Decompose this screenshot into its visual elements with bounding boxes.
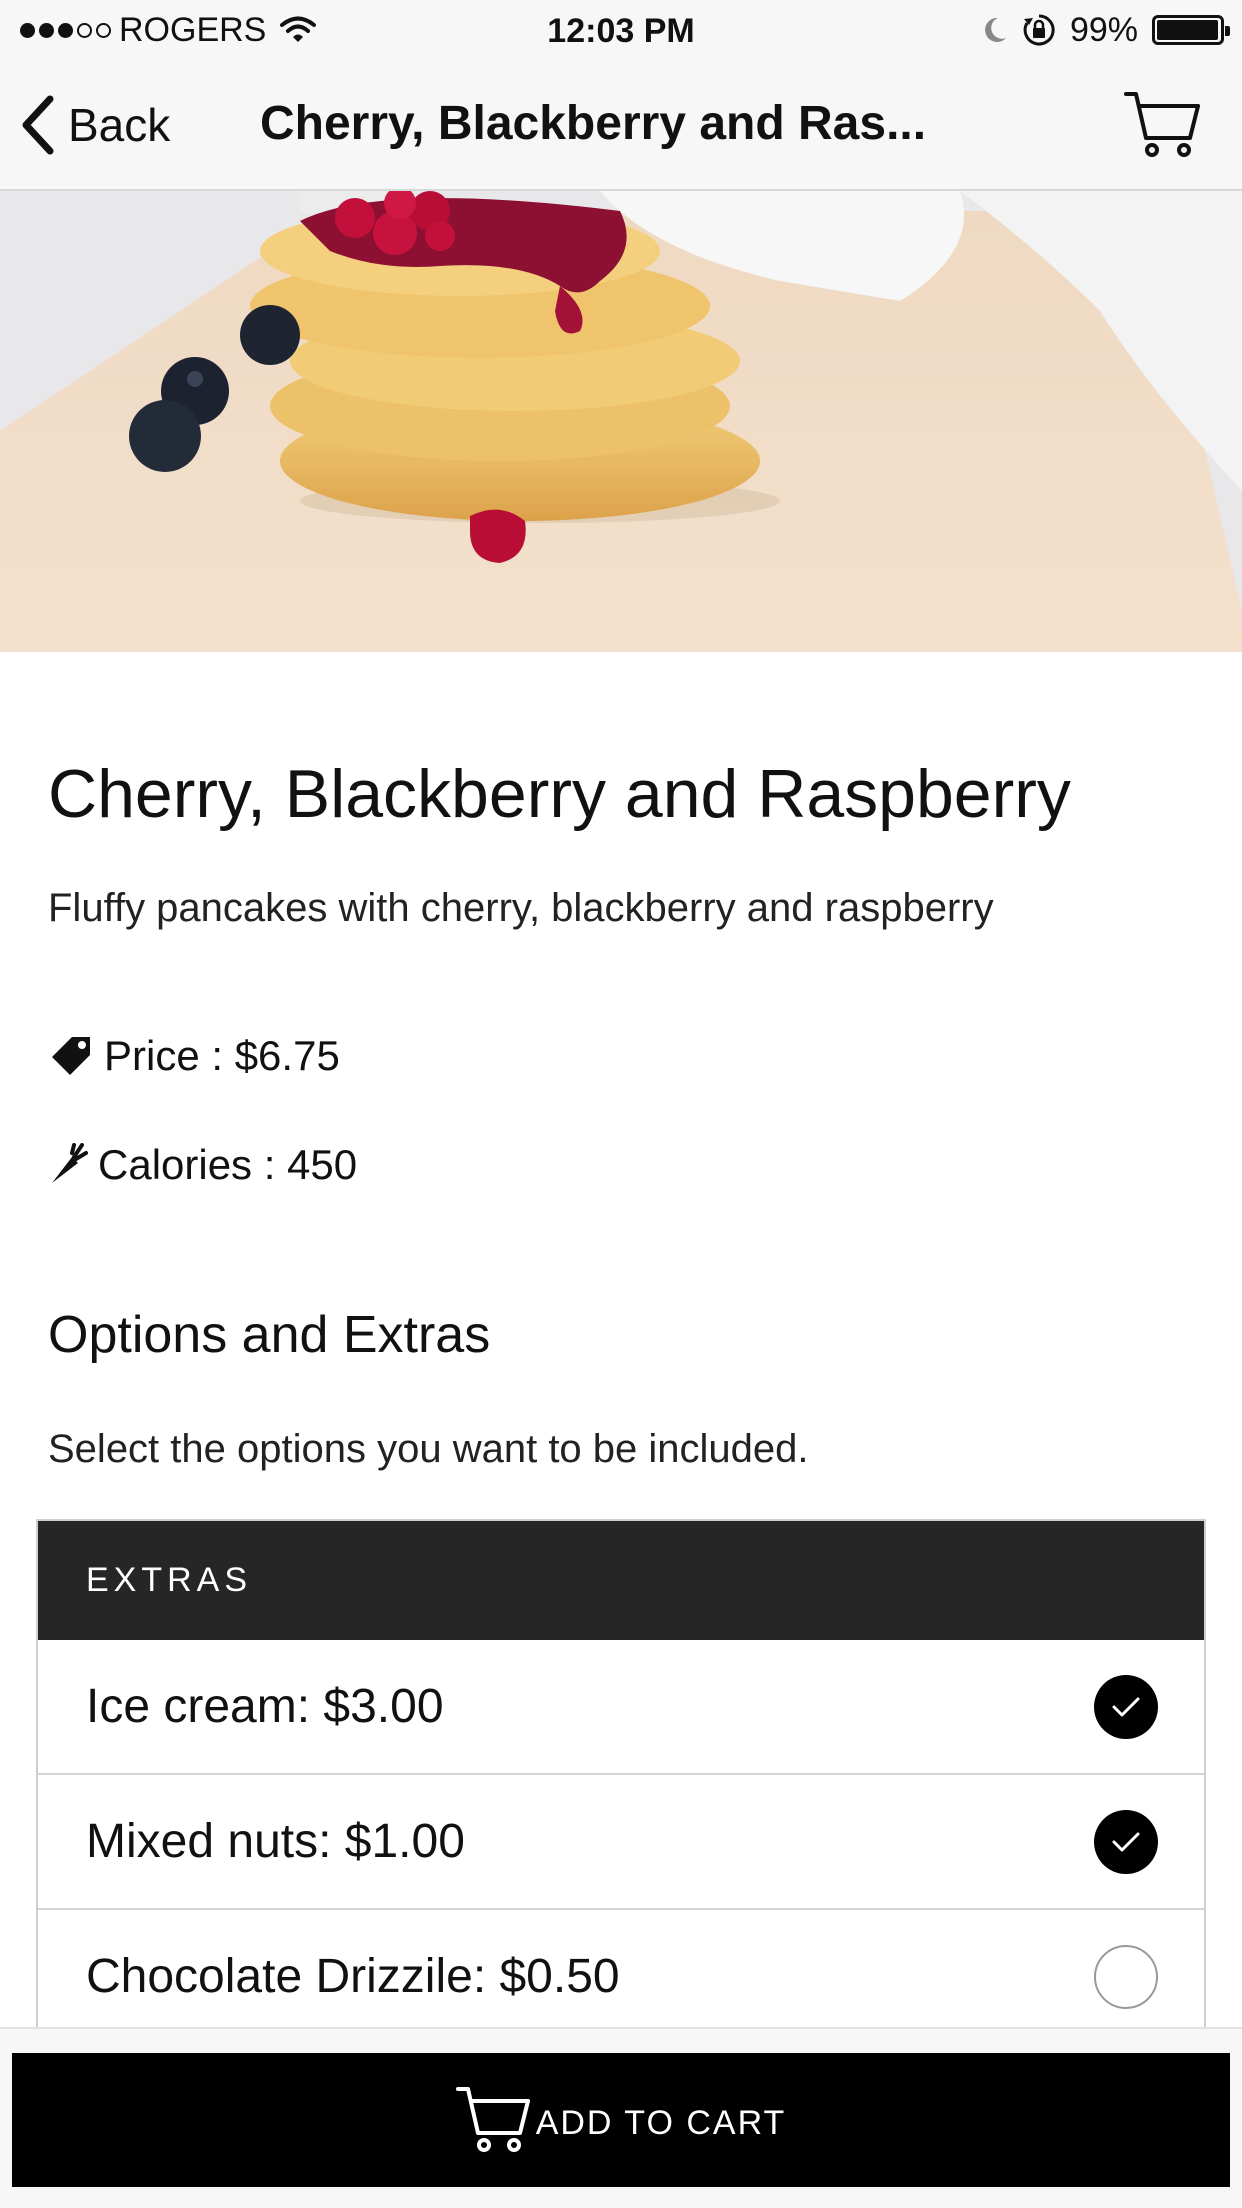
extras-header: EXTRAS [38,1521,1204,1640]
rotation-lock-icon [1022,13,1056,47]
battery-percent: 99% [1069,10,1138,49]
option-checkbox[interactable] [1094,1944,1158,2009]
cart-button[interactable] [1124,88,1202,162]
option-row-ice-cream[interactable]: Ice cream: $3.00 [38,1640,1204,1775]
cart-icon [1124,88,1202,167]
status-right: 99% [982,10,1230,50]
bottom-bar: ADD TO CART [0,2027,1242,2208]
option-checkbox[interactable] [1094,1809,1158,1874]
option-label: Ice cream: $3.00 [86,1680,444,1733]
calories-row: Calories : 450 [48,1141,357,1189]
cart-icon [455,2083,532,2157]
product-description: Fluffy pancakes with cherry, blackberry … [48,886,994,930]
battery-icon [1152,15,1230,45]
carrot-icon [48,1143,88,1187]
price-row: Price : $6.75 [48,1032,340,1080]
extras-card: EXTRAS Ice cream: $3.00 Mixed nuts: $1.0… [36,1519,1206,2029]
back-label: Back [68,99,171,151]
back-button[interactable]: Back [18,92,170,158]
status-bar: ROGERS 12:03 PM 99% [0,0,1242,60]
price-label: Price : $6.75 [104,1032,340,1079]
product-image [0,191,1242,652]
navigation-bar: Back Cherry, Blackberry and Ras... [0,60,1242,191]
options-heading: Options and Extras [48,1306,491,1364]
option-checkbox[interactable] [1094,1674,1158,1739]
moon-icon [982,16,1008,44]
product-title: Cherry, Blackberry and Raspberry [48,756,1071,832]
add-to-cart-button[interactable]: ADD TO CART [12,2053,1230,2187]
option-row-chocolate-drizzle[interactable]: Chocolate Drizzile: $0.50 [38,1910,1204,2029]
option-label: Chocolate Drizzile: $0.50 [86,1950,620,2003]
add-to-cart-label: ADD TO CART [535,2103,787,2142]
battery-level [1157,20,1219,40]
option-row-mixed-nuts[interactable]: Mixed nuts: $1.00 [38,1775,1204,1910]
chevron-left-icon [18,93,58,157]
price-tag-icon [48,1033,94,1079]
options-subheading: Select the options you want to be includ… [48,1427,809,1471]
extras-header-label: EXTRAS [86,1561,253,1599]
option-label: Mixed nuts: $1.00 [86,1815,465,1868]
calories-label: Calories : 450 [98,1141,358,1188]
nav-title: Cherry, Blackberry and Ras... [260,97,927,150]
